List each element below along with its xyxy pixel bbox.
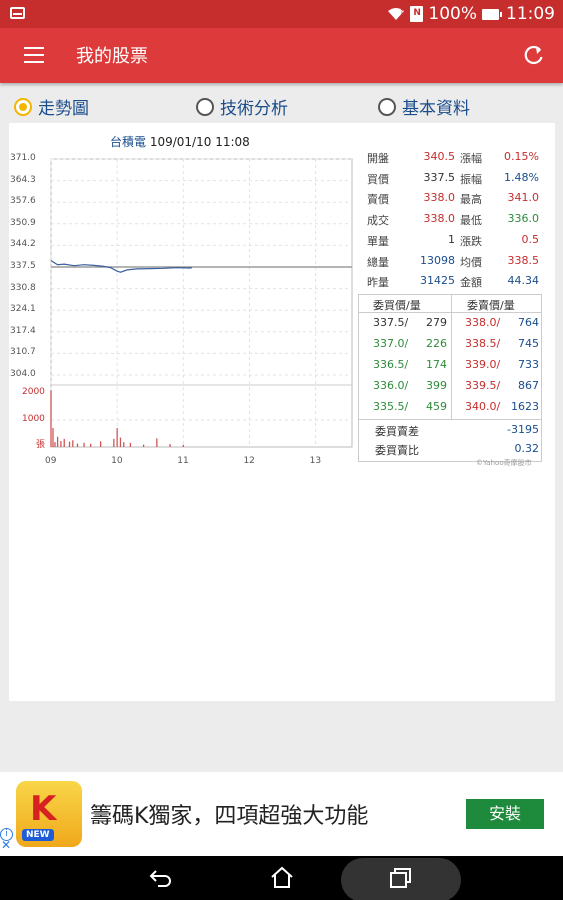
quote-label: 開盤 xyxy=(367,152,389,165)
back-icon[interactable] xyxy=(148,866,174,890)
quote-row: 昨量 31425 金額 44.34 xyxy=(365,274,541,294)
ask-qty: 733 xyxy=(518,358,539,371)
ask-price: 338.0/ xyxy=(465,316,501,329)
order-book-row: 336.5/174 339.0/733 xyxy=(359,356,541,376)
quote-label: 漲幅 xyxy=(460,152,482,165)
ask-qty: 1623 xyxy=(511,400,539,413)
bid-price: 336.0/ xyxy=(373,379,409,392)
quote-label: 買價 xyxy=(367,172,389,186)
quote-value: 337.5 xyxy=(423,170,456,184)
bid-price: 337.5/ xyxy=(373,316,409,329)
quote-row: 成交 338.0 最低 336.0 xyxy=(365,212,541,232)
order-book-header: 委買價/量 委賣價/量 xyxy=(359,295,541,313)
quote-row: 單量 1 漲跌 0.5 xyxy=(365,233,541,253)
quote-label: 金額 xyxy=(460,276,482,290)
quote-value: 0.15% xyxy=(504,150,539,163)
quote-row: 買價 337.5 振幅 1.48% xyxy=(365,171,541,191)
quote-value: 13098 xyxy=(420,253,455,267)
quote-value: 31425 xyxy=(420,274,455,288)
quote-value: 1.48% xyxy=(504,170,539,184)
bid-price: 336.5/ xyxy=(373,358,409,371)
diff-label: 委買賣差 xyxy=(375,425,419,438)
recent-apps-icon[interactable] xyxy=(388,866,414,890)
ad-close-icon[interactable]: ✕ xyxy=(1,838,11,852)
quote-row: 開盤 340.5 漲幅 0.15% xyxy=(365,150,541,170)
ratio-label: 委買賣比 xyxy=(375,444,419,457)
source-note: ©Yahoo奇摩股市 xyxy=(476,459,532,467)
quote-value: 338.0 xyxy=(423,191,456,205)
ask-qty: 764 xyxy=(518,316,539,329)
quote-label: 漲跌 xyxy=(460,234,482,248)
ask-price: 338.5/ xyxy=(465,337,501,350)
quote-label: 昨量 xyxy=(367,276,389,290)
quote-value: 336.0 xyxy=(507,212,540,226)
ad-text[interactable]: 籌碼K獨家，四項超強大功能 xyxy=(90,798,368,830)
ask-price: 340.0/ xyxy=(465,400,501,413)
quote-label: 均價 xyxy=(460,255,482,269)
quote-value: 338.0 xyxy=(423,212,456,226)
quote-label: 總量 xyxy=(367,255,389,269)
bid-ask-ratio-row: 委買賣比 0.32 xyxy=(359,439,541,459)
quote-value: 44.34 xyxy=(507,274,540,288)
bid-price: 337.0/ xyxy=(373,337,409,350)
ask-qty: 867 xyxy=(518,379,539,392)
quote-value: 341.0 xyxy=(507,191,540,205)
install-button[interactable]: 安裝 xyxy=(466,799,544,829)
quote-label: 最高 xyxy=(460,193,482,207)
bid-qty: 226 xyxy=(426,337,447,350)
order-book-row: 337.0/226 338.5/745 xyxy=(359,335,541,355)
order-book-row: 335.5/459 340.0/1623 xyxy=(359,398,541,418)
ask-header: 委賣價/量 xyxy=(467,299,515,312)
quote-row: 賣價 338.0 最高 341.0 xyxy=(365,191,541,211)
diff-value: -3195 xyxy=(507,423,539,436)
bid-qty: 174 xyxy=(426,358,447,371)
quote-value: 0.5 xyxy=(521,232,540,246)
quote-value: 338.5 xyxy=(507,253,540,267)
quote-label: 最低 xyxy=(460,214,482,228)
bid-price: 335.5/ xyxy=(373,400,409,413)
ad-logo-letter: K xyxy=(30,789,57,829)
quote-value: 1 xyxy=(448,232,455,246)
bid-ask-diff-row: 委買賣差 -3195 xyxy=(359,419,541,439)
order-book-row: 336.0/399 339.5/867 xyxy=(359,377,541,397)
order-book-row: 337.5/279 338.0/764 xyxy=(359,314,541,334)
quote-value: 340.5 xyxy=(423,150,456,163)
quote-label: 單量 xyxy=(367,234,389,248)
home-icon[interactable] xyxy=(269,866,295,890)
ask-price: 339.5/ xyxy=(465,379,501,392)
bid-header: 委買價/量 xyxy=(373,299,421,312)
ratio-value: 0.32 xyxy=(514,442,540,455)
bid-qty: 459 xyxy=(426,400,447,413)
bid-qty: 279 xyxy=(426,316,447,329)
ad-banner[interactable]: K NEW 籌碼K獨家，四項超強大功能 安裝 i ✕ xyxy=(0,772,563,856)
ask-qty: 745 xyxy=(518,337,539,350)
order-book: 委買價/量 委賣價/量 337.5/279 338.0/764 337.0/226 3… xyxy=(358,294,542,462)
quote-row: 總量 13098 均價 338.5 xyxy=(365,254,541,274)
quote-label: 振幅 xyxy=(460,172,482,186)
quote-label: 成交 xyxy=(367,214,389,228)
ad-app-logo[interactable]: K NEW xyxy=(16,781,82,847)
quote-label: 賣價 xyxy=(367,193,389,207)
ask-price: 339.0/ xyxy=(465,358,501,371)
ad-logo-badge: NEW xyxy=(22,829,54,841)
bid-qty: 399 xyxy=(426,379,447,392)
